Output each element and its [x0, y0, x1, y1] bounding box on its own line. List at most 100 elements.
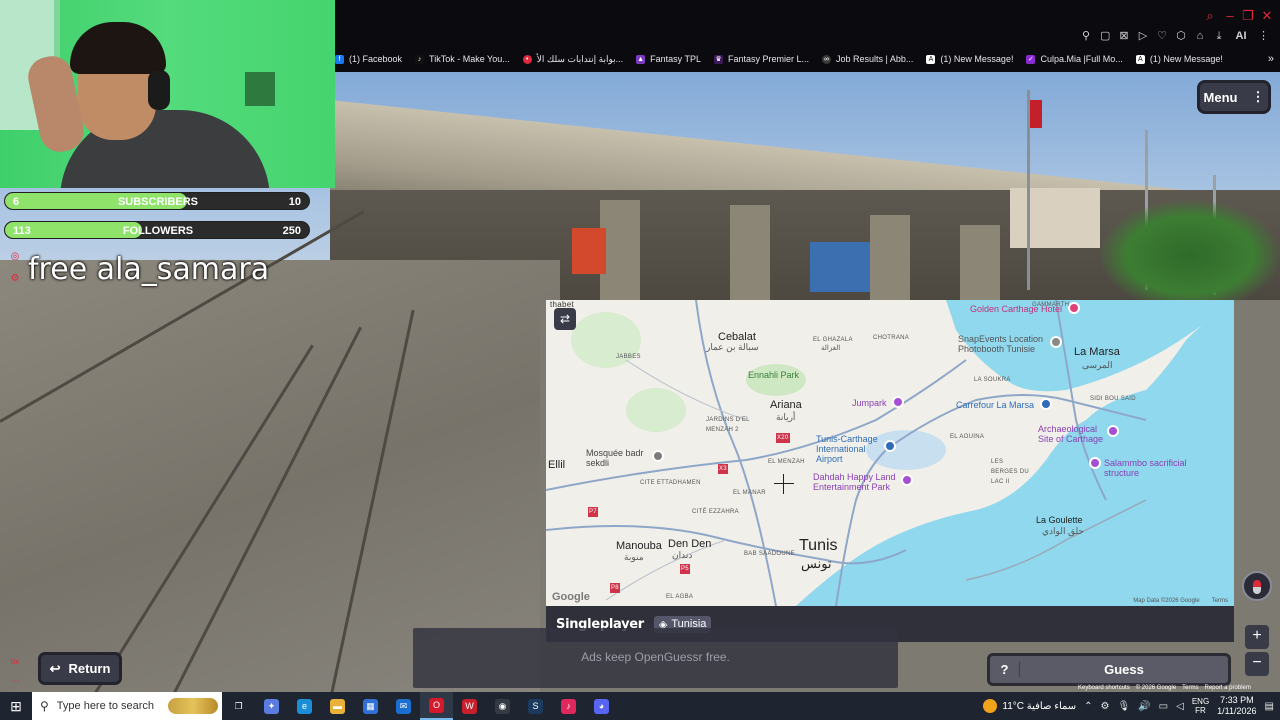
webcam-feed [0, 0, 335, 188]
taskbar-app-store[interactable]: ▦ [354, 692, 387, 720]
bookmark-fpl[interactable]: ♛ Fantasy Premier L... [714, 54, 809, 64]
taskbar-app-edge[interactable]: e [288, 692, 321, 720]
map-poi-archaeological[interactable]: Archaeological Site of Carthage [1038, 424, 1112, 444]
map-attribution: Map Data ©2026 Google Terms [1133, 598, 1228, 604]
bookmark-label: Job Results | Abb... [836, 54, 914, 64]
map-poi-airport[interactable]: Tunis-Carthage International Airport [816, 434, 888, 464]
language-indicator[interactable]: ENG FR [1192, 697, 1209, 715]
taskbar-app-steam[interactable]: S [519, 692, 552, 720]
bookmarks-overflow-icon[interactable]: » [1268, 53, 1274, 65]
map-label-el-agba: EL AGBA [666, 594, 694, 600]
jumpark-pin-icon[interactable] [892, 396, 904, 408]
zoom-out-button[interactable]: − [1245, 652, 1269, 676]
bookmark-label: Fantasy Premier L... [728, 54, 810, 64]
map-label-ellil: Ellil [548, 459, 566, 471]
translate-icon[interactable]: AI [1233, 30, 1249, 42]
tray-chevron-icon[interactable]: ⌃ [1084, 701, 1092, 712]
green-area [626, 388, 686, 432]
download-icon[interactable]: ⤓ [1214, 30, 1224, 42]
map-label-cite-ettadhamen: CITE ETTADHAMEN [640, 480, 701, 486]
abb-icon: ∞ [822, 54, 832, 64]
map-label-manouba: Manouba [616, 540, 662, 552]
close-icon[interactable]: ✕ [1260, 9, 1274, 23]
dahdah-pin-icon[interactable] [901, 474, 913, 486]
carrefour-pin-icon[interactable] [1040, 398, 1052, 410]
notifications-icon[interactable]: ▤ [1265, 701, 1274, 712]
guess-button[interactable]: ? Guess [987, 653, 1231, 686]
taskbar-app-copilot[interactable]: ✦ [255, 692, 288, 720]
taskbar-app-tiktok-app[interactable]: ♪ [552, 692, 585, 720]
map-poi-salammbo[interactable]: Salammbo sacrificial structure [1104, 458, 1194, 478]
map-poi-snapevents[interactable]: SnapEvents Location Photobooth Tunisie [958, 334, 1054, 354]
report-problem-link[interactable]: Report a problem [1205, 685, 1251, 691]
collections-icon[interactable]: ⊠ [1119, 30, 1129, 42]
taskbar-search[interactable]: ⚲ Type here to search [32, 692, 222, 720]
bookmark-gov[interactable]: • بوابة إنتدابات سلك الأ... [522, 54, 623, 65]
bookmark-facebook[interactable]: f (1) Facebook [335, 54, 402, 64]
map-label-mosquee[interactable]: Mosquée badr sekdli [586, 448, 650, 468]
archaeological-pin-icon[interactable] [1107, 425, 1119, 437]
tray-app-icon[interactable]: ⚙ [1101, 701, 1110, 712]
tunisian-flag [1030, 100, 1042, 128]
taskbar-app-obs[interactable]: ◉ [486, 692, 519, 720]
crosshair-cursor-icon [774, 474, 794, 494]
bookmark-label: Fantasy TPL [650, 54, 701, 64]
volume-icon[interactable]: 🔊 [1138, 701, 1150, 712]
microphone-icon[interactable]: 🎙 [1118, 701, 1131, 712]
terms-link[interactable]: Terms [1182, 685, 1198, 691]
snapevents-pin-icon[interactable] [1050, 336, 1062, 348]
weather-text: 11°C سماء صافية [1002, 700, 1077, 712]
map-settings-icon[interactable]: ⇄ [554, 308, 576, 330]
keyboard-shortcuts-link[interactable]: Keyboard shortcuts [1078, 685, 1130, 691]
followers-goal: 250 [282, 225, 301, 237]
weather-widget[interactable]: 11°C سماء صافية [983, 699, 1076, 713]
map-poi-carrefour[interactable]: Carrefour La Marsa [956, 400, 1034, 410]
taskbar-app-mail[interactable]: ✉ [387, 692, 420, 720]
zoom-in-button[interactable]: + [1245, 625, 1269, 649]
bookmark-message[interactable]: A (1) New Message! [926, 54, 1013, 64]
heart-icon[interactable]: ♡ [1157, 30, 1167, 42]
clock[interactable]: 7:33 PM 1/11/2026 [1217, 695, 1256, 717]
map-terms-link[interactable]: Terms [1212, 598, 1228, 604]
search-icon[interactable]: ⌕ [1203, 9, 1217, 23]
bookmark-tiktok[interactable]: ♪ TikTok - Make You... [415, 54, 510, 64]
extensions-icon[interactable]: ⬡ [1176, 30, 1186, 42]
ai-label: AI [1235, 30, 1247, 42]
bookmark-culpa[interactable]: ✓ Culpa.Mia |Full Mo... [1026, 54, 1123, 64]
compass-icon[interactable] [1242, 571, 1272, 601]
help-button[interactable]: ? [990, 662, 1020, 677]
map-label-den-den: Den Den [668, 538, 712, 550]
bookmark-job-results[interactable]: ∞ Job Results | Abb... [822, 54, 913, 64]
menu-button[interactable]: Menu ⋮ [1197, 80, 1271, 114]
guess-map[interactable]: ⇄ thabet Cebalat سبالة بن عمار EL GHAZAL… [546, 300, 1234, 606]
profile-icon[interactable]: ⌂ [1195, 30, 1205, 42]
taskbar-app-wps[interactable]: W [453, 692, 486, 720]
map-poi-dahdah[interactable]: Dahdah Happy Land Entertainment Park [813, 472, 903, 492]
map-poi-jumpark[interactable]: Jumpark [852, 398, 887, 408]
windows-start-icon[interactable]: ⊞ [0, 692, 32, 720]
maximize-icon[interactable]: ❐ [1241, 9, 1255, 23]
bookmark-fantasy-tpl[interactable]: ▲ Fantasy TPL [636, 54, 701, 64]
hotel-pin-icon[interactable] [1068, 302, 1080, 314]
mosque-pin-icon[interactable] [652, 450, 664, 462]
bookmark-message[interactable]: A (1) New Message! [1135, 54, 1223, 64]
return-button[interactable]: ↩ Return [38, 652, 122, 685]
taskbar-app-task-view[interactable]: ❐ [222, 692, 255, 720]
taskbar-app-discord[interactable]: ◕ [585, 692, 618, 720]
browser-top-bar: ⌕ – ❐ ✕ ⚲ ▢ ⊠ ▷ ♡ ⬡ ⌂ ⤓ AI ⋮ f (1) Facebo… [335, 0, 1280, 72]
play-icon[interactable]: ▷ [1138, 30, 1148, 42]
pin-icon[interactable]: ⚲ [1081, 30, 1091, 42]
airport-pin-icon[interactable] [884, 440, 896, 452]
taskbar-app-opera[interactable]: O [420, 692, 453, 720]
network-icon[interactable]: ▭ [1159, 701, 1168, 712]
speaker-icon[interactable]: ◁ [1176, 701, 1184, 712]
headset [148, 70, 170, 110]
system-tray: 11°C سماء صافية ⌃ ⚙ 🎙 🔊 ▭ ◁ ENG FR 7:33 … [983, 692, 1280, 720]
copyright-text: © 2026 Google [1135, 685, 1177, 691]
salammbo-pin-icon[interactable] [1089, 457, 1101, 469]
more-icon[interactable]: ⋮ [1258, 30, 1269, 42]
taskbar-app-file-explorer[interactable]: ▬ [321, 692, 354, 720]
minimize-icon[interactable]: – [1223, 9, 1237, 23]
tab-icon[interactable]: ▢ [1100, 30, 1110, 42]
wall-poster [572, 228, 606, 274]
